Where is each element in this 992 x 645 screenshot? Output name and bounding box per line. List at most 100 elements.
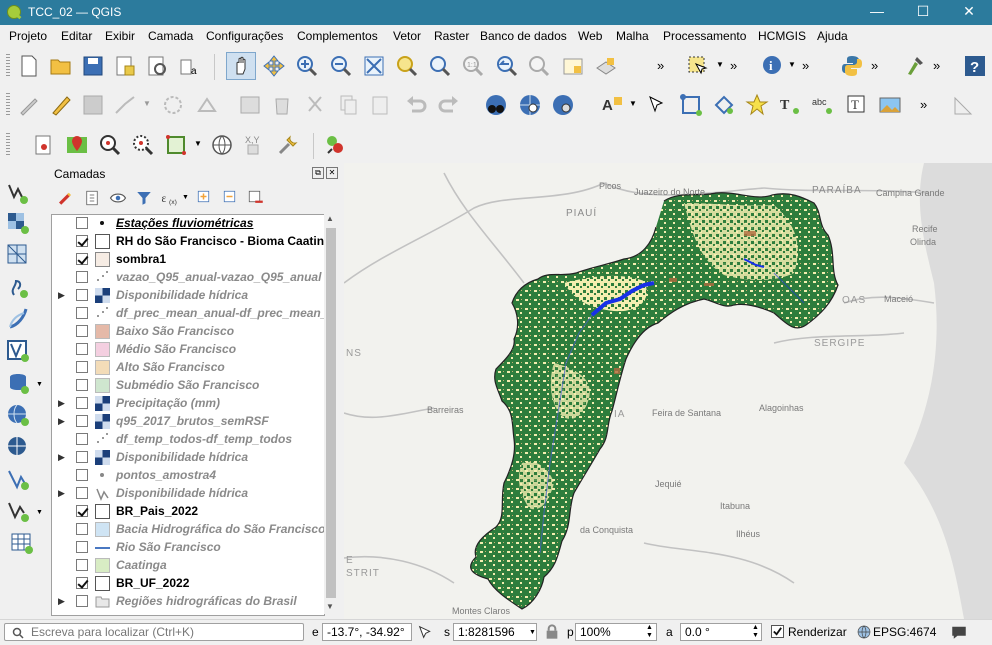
identify-dropdown-icon[interactable]: ▼ xyxy=(788,60,796,69)
messages-icon[interactable] xyxy=(950,623,968,641)
expand-arrow-icon[interactable]: ▶ xyxy=(58,416,65,427)
layer-visibility-checkbox[interactable] xyxy=(76,595,88,607)
expand-arrow-icon[interactable]: ▶ xyxy=(58,398,65,409)
new-layer-dropdown-icon[interactable]: ▼ xyxy=(36,509,43,516)
layer-row[interactable]: vazao_Q95_anual-vazao_Q95_anual xyxy=(52,269,324,287)
measure-icon[interactable] xyxy=(952,93,976,117)
menu-vetor[interactable]: Vetor xyxy=(393,29,421,43)
vertex-tool-icon[interactable] xyxy=(195,93,219,117)
toggle-editing-icon[interactable] xyxy=(49,93,73,117)
rotation-field[interactable]: 0.0 ° xyxy=(680,623,762,641)
menu-editar[interactable]: Editar xyxy=(61,29,92,43)
layout-manager-icon[interactable] xyxy=(145,54,169,78)
style-manager-icon[interactable]: a xyxy=(177,54,201,78)
crs-button[interactable]: EPSG:4674 xyxy=(873,625,936,639)
layer-visibility-checkbox[interactable] xyxy=(76,307,88,319)
settings-wrench-icon[interactable] xyxy=(276,133,300,157)
open-project-icon[interactable] xyxy=(49,54,73,78)
manage-visibility-icon[interactable] xyxy=(109,189,127,207)
crs-globe-icon[interactable] xyxy=(856,624,872,640)
menu-complementos[interactable]: Complementos xyxy=(297,29,378,43)
python-console-icon[interactable] xyxy=(840,54,864,78)
identify-features-icon[interactable]: i xyxy=(761,54,785,78)
layer-row[interactable]: BR_Pais_2022 xyxy=(52,503,324,521)
layer-visibility-checkbox[interactable] xyxy=(76,559,88,571)
layer-visibility-checkbox[interactable] xyxy=(76,379,88,391)
layer-visibility-checkbox[interactable] xyxy=(76,397,88,409)
add-feature-dropdown-icon[interactable]: ▼ xyxy=(143,99,151,108)
scale-field[interactable]: 1:8281596 xyxy=(453,623,537,641)
expand-arrow-icon[interactable]: ▶ xyxy=(58,596,65,607)
close-button[interactable]: ✕ xyxy=(946,0,992,25)
select-dropdown-icon[interactable]: ▼ xyxy=(716,60,724,69)
pin-map-icon[interactable] xyxy=(65,133,89,157)
menu-exibir[interactable]: Exibir xyxy=(105,29,135,43)
layer-row[interactable]: Rio São Francisco xyxy=(52,539,324,557)
layer-visibility-checkbox[interactable] xyxy=(76,325,88,337)
redo-icon[interactable] xyxy=(437,93,461,117)
magnifier-up-icon[interactable]: ▲ xyxy=(646,624,653,631)
web-map-settings-icon[interactable] xyxy=(551,93,575,117)
scroll-up-icon[interactable]: ▲ xyxy=(326,214,334,223)
layer-visibility-checkbox[interactable] xyxy=(76,361,88,373)
xy-coordinates-icon[interactable]: X,Y xyxy=(243,133,267,157)
postgis-dropdown-icon[interactable]: ▼ xyxy=(36,381,43,388)
expression-dropdown-icon[interactable]: ▼ xyxy=(182,194,189,201)
menu-banco-de-dados[interactable]: Banco de dados xyxy=(480,29,567,43)
bounding-box-dropdown-icon[interactable]: ▼ xyxy=(194,139,202,148)
scrollbar-thumb[interactable] xyxy=(326,228,336,598)
toolbar-overflow-3[interactable]: » xyxy=(802,58,809,73)
layer-visibility-checkbox[interactable] xyxy=(76,541,88,553)
zoom-out-icon[interactable] xyxy=(329,54,353,78)
magnifier-down-icon[interactable]: ▼ xyxy=(646,632,653,639)
menu-hcmgis[interactable]: HCMGIS xyxy=(758,29,806,43)
add-line-feature-icon[interactable] xyxy=(113,93,137,117)
open-layer-styling-icon[interactable] xyxy=(56,189,74,207)
layer-visibility-checkbox[interactable] xyxy=(76,271,88,283)
pin-labels-icon[interactable] xyxy=(679,93,703,117)
layer-row[interactable]: Submédio São Francisco xyxy=(52,377,324,395)
image-annotation-icon[interactable] xyxy=(878,93,902,117)
menu-configuracoes[interactable]: Configurações xyxy=(206,29,283,43)
menu-projeto[interactable]: Projeto xyxy=(9,29,47,43)
float-panel-icon[interactable]: ⧉ xyxy=(312,167,324,179)
save-edits-icon[interactable] xyxy=(81,93,105,117)
add-group-icon[interactable] xyxy=(83,189,101,207)
layer-tree-scrollbar[interactable]: ▲ ▼ xyxy=(324,214,338,614)
scale-dropdown-icon[interactable]: ▼ xyxy=(529,629,536,636)
layer-tree[interactable]: Estações fluviométricas RH do São Francis… xyxy=(51,214,325,616)
layer-visibility-checkbox[interactable] xyxy=(76,523,88,535)
find-point-icon[interactable] xyxy=(131,133,155,157)
layer-row[interactable]: ▶ q95_2017_brutos_semRSF xyxy=(52,413,324,431)
rotation-down-icon[interactable]: ▼ xyxy=(752,632,759,639)
layer-row[interactable]: ▶ Disponibilidade hídrica xyxy=(52,485,324,503)
label-dropdown-icon[interactable]: ▼ xyxy=(629,99,637,108)
expand-arrow-icon[interactable]: ▶ xyxy=(58,488,65,499)
add-wcs-layer-icon[interactable] xyxy=(6,467,30,491)
layer-row[interactable]: Médio São Francisco xyxy=(52,341,324,359)
bounding-box-icon[interactable] xyxy=(164,133,188,157)
label-settings-icon[interactable]: A xyxy=(600,93,624,117)
menu-ajuda[interactable]: Ajuda xyxy=(817,29,848,43)
new-shapefile-icon[interactable] xyxy=(6,499,30,523)
new-3d-map-view-icon[interactable] xyxy=(594,54,618,78)
layer-row[interactable]: Baixo São Francisco xyxy=(52,323,324,341)
layer-visibility-checkbox[interactable] xyxy=(76,487,88,499)
toolbar-overflow-5[interactable]: » xyxy=(933,58,940,73)
layer-visibility-checkbox[interactable] xyxy=(76,289,88,301)
menu-web[interactable]: Web xyxy=(578,29,602,43)
menu-camada[interactable]: Camada xyxy=(148,29,193,43)
layer-visibility-checkbox[interactable] xyxy=(76,577,88,589)
menu-raster[interactable]: Raster xyxy=(434,29,469,43)
filter-by-expression-icon[interactable]: ε (x) xyxy=(160,189,178,207)
map-canvas[interactable]: Picos Juazeiro do Norte PARAÍBA Campina … xyxy=(344,163,992,619)
move-label-icon[interactable] xyxy=(745,93,769,117)
select-features-icon[interactable] xyxy=(686,54,710,78)
digitize-shape-icon[interactable] xyxy=(161,93,185,117)
magnifier-field[interactable]: 100% xyxy=(575,623,657,641)
layer-row[interactable]: Estações fluviométricas xyxy=(52,215,324,233)
layer-row[interactable]: RH do São Francisco - Bioma Caatinga xyxy=(52,233,324,251)
layer-row[interactable]: Bacia Hidrográfica do São Francisco xyxy=(52,521,324,539)
menu-malha[interactable]: Malha xyxy=(616,29,649,43)
toolbar-overflow-1[interactable]: » xyxy=(657,58,664,73)
